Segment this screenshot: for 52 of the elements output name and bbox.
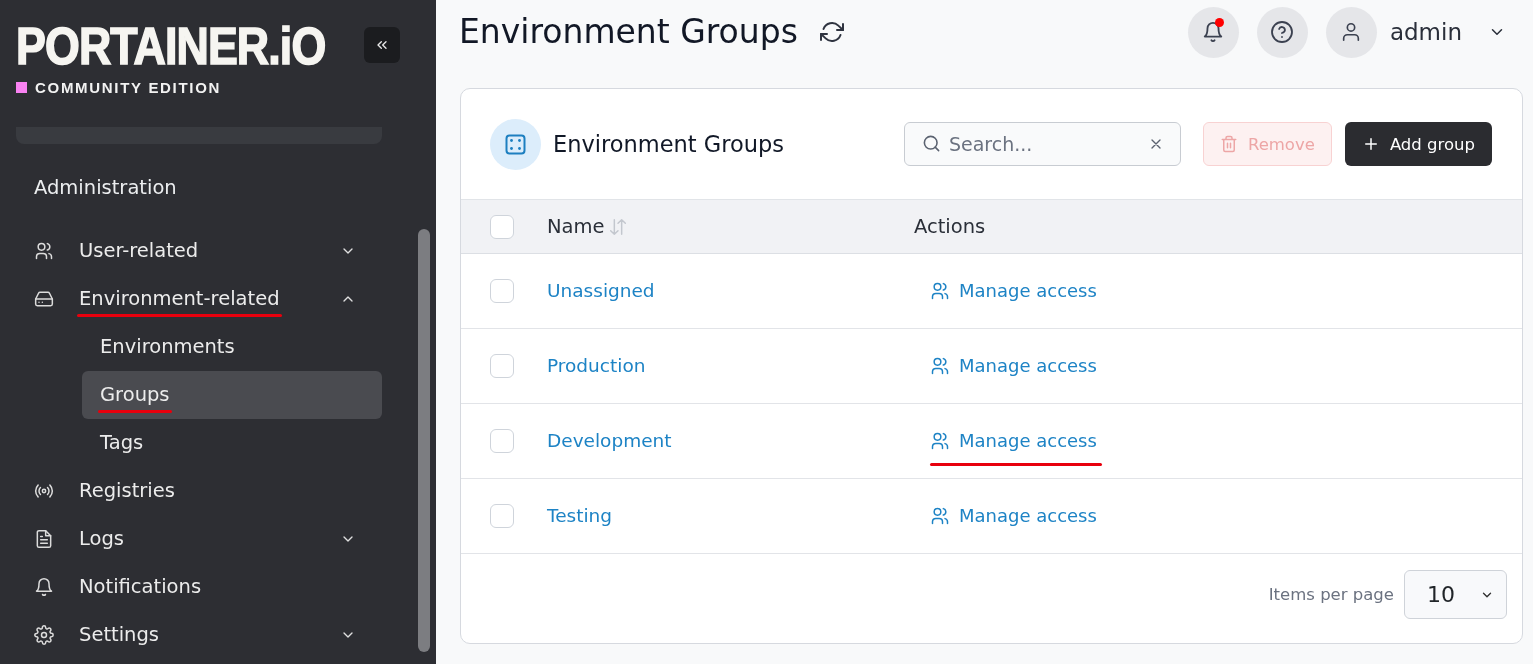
scrollbar-thumb[interactable] — [418, 229, 430, 652]
column-header: Actions — [914, 214, 986, 239]
nav-subitem[interactable]: Groups — [82, 371, 382, 419]
row-checkbox[interactable] — [490, 429, 514, 453]
manage-access-link[interactable]: Manage access — [930, 354, 1097, 378]
users-icon — [930, 356, 950, 376]
users-icon — [930, 506, 950, 526]
nav-item[interactable]: Notifications — [16, 563, 382, 611]
nav-item[interactable]: User-related — [16, 227, 382, 275]
users-icon — [34, 241, 54, 261]
group-name-link[interactable]: Unassigned — [547, 279, 655, 303]
nav-item[interactable]: Settings — [16, 611, 382, 659]
group-name-link[interactable]: Production — [547, 354, 646, 378]
section-heading: Administration — [34, 176, 177, 200]
nav-item[interactable]: Environment-related — [16, 275, 382, 323]
bell-icon — [34, 577, 54, 597]
edition-square-icon — [16, 81, 27, 93]
items-per-page-label: Items per page — [1268, 584, 1394, 606]
manage-access-link[interactable]: Manage access — [930, 429, 1097, 453]
bell-icon — [1202, 21, 1225, 43]
select-all-checkbox[interactable] — [490, 214, 514, 239]
broadcast-icon — [34, 481, 54, 501]
add-button[interactable]: Add group — [1344, 122, 1492, 166]
users-icon — [930, 431, 950, 451]
search-field[interactable]: Search... — [903, 122, 1181, 166]
search-icon — [921, 134, 941, 153]
column-header[interactable]: Name — [547, 214, 629, 239]
manage-access-link[interactable]: Manage access — [930, 504, 1097, 528]
page-size-select[interactable]: 10 — [1404, 570, 1507, 619]
nav-subitem[interactable]: Tags — [82, 419, 382, 467]
row-checkbox[interactable] — [490, 279, 514, 303]
edition-label: COMMUNITY EDITION — [35, 79, 222, 95]
card-title: Environment Groups — [553, 131, 785, 157]
row-checkbox[interactable] — [490, 504, 514, 528]
manage-access-link[interactable]: Manage access — [930, 279, 1097, 303]
refresh-icon[interactable] — [819, 20, 844, 44]
help-icon — [1270, 20, 1295, 44]
user-menu-button[interactable]: admin — [1389, 18, 1506, 46]
nav-subitem[interactable]: Environments — [82, 323, 382, 371]
group-name-link[interactable]: Development — [547, 429, 672, 453]
users-icon — [930, 281, 950, 301]
trash-icon — [1219, 135, 1238, 153]
logo-wordmark: PORTAINER.iO — [16, 26, 326, 66]
collapse-sidebar-button[interactable] — [364, 27, 400, 63]
document-icon — [34, 529, 54, 549]
settings-icon — [34, 625, 54, 645]
row-checkbox[interactable] — [490, 354, 514, 378]
page-title: Environment Groups — [459, 12, 798, 52]
hard-drive-icon — [34, 289, 54, 309]
nav-item[interactable]: Registries — [16, 467, 382, 515]
nav-item[interactable]: Logs — [16, 515, 382, 563]
group-name-link[interactable]: Testing — [547, 504, 613, 528]
